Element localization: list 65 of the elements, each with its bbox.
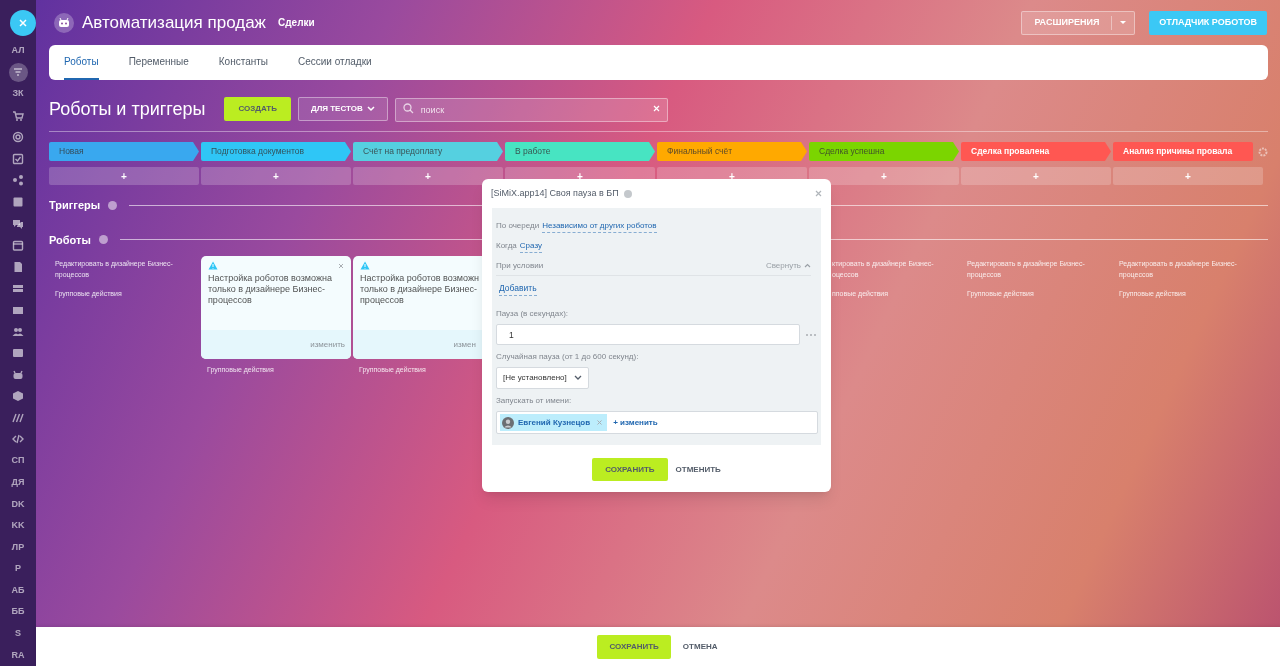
dialog-title: [SiMiX.app14] Своя пауза в БП <box>491 186 619 200</box>
create-button[interactable]: СОЗДАТЬ <box>224 97 291 121</box>
warning-message: Настройка роботов возможн только в дизайнере Бизнес- процессов <box>359 272 480 307</box>
field-label: По очереди <box>496 220 540 232</box>
stage-tab[interactable]: Сделка провалена <box>961 142 1111 161</box>
sidebar-item[interactable]: СП <box>8 452 28 470</box>
user-tag[interactable]: Евгений Кузнецов <box>500 414 608 431</box>
save-button[interactable]: СОХРАНИТЬ <box>597 634 671 659</box>
field-label: Пауза (в секундах): <box>496 308 570 320</box>
sidebar-item[interactable]: S <box>12 625 24 643</box>
robot-icon <box>54 12 74 33</box>
option-link[interactable]: Сразу <box>519 239 542 253</box>
sidebar-item[interactable]: ДЯ <box>8 473 28 492</box>
stage-tab[interactable]: Анализ причины провала <box>1113 142 1253 161</box>
field-label: При условии <box>496 259 544 272</box>
user-selector[interactable]: Евгений Кузнецов + изменить <box>496 411 818 434</box>
chevron-down-icon[interactable] <box>574 375 582 381</box>
avatar-icon[interactable] <box>502 416 514 429</box>
section-title: Роботы <box>49 232 91 248</box>
add-robot-button[interactable]: + <box>49 167 199 185</box>
change-link[interactable]: + изменить <box>613 416 658 429</box>
page-title: Автоматизация продаж <box>82 11 266 34</box>
stage-tab[interactable]: Сделка успешна <box>809 142 959 161</box>
option-link[interactable]: Независимо от других роботов <box>542 219 657 233</box>
change-link[interactable]: измен <box>453 338 476 351</box>
people-icon[interactable] <box>12 325 24 338</box>
sidebar-item[interactable]: Р <box>12 560 24 578</box>
clear-icon[interactable] <box>652 105 660 112</box>
tab[interactable]: Константы <box>218 45 268 80</box>
section-heading: Роботы и триггеры <box>49 97 206 121</box>
warning-message: Настройка роботов возможна только в дизайнере Бизнес- процессов <box>207 272 333 307</box>
sidebar-item[interactable]: KK <box>8 517 28 535</box>
tab[interactable]: Роботы <box>64 45 99 80</box>
add-robot-button[interactable]: + <box>353 167 503 185</box>
field-label: Запускать от имени: <box>496 395 573 407</box>
stage-tab[interactable]: Финальный счёт <box>657 142 807 161</box>
sidebar-item[interactable]: DK <box>8 495 28 513</box>
sidebar-item[interactable]: ЗК <box>9 85 27 103</box>
page-subtitle: Сделки <box>278 16 315 30</box>
change-link[interactable]: изменить <box>310 338 345 351</box>
search-icon <box>402 103 414 114</box>
tab[interactable]: Сессии отладки <box>298 45 372 80</box>
filter-dropdown[interactable]: ДЛЯ ТЕСТОВ <box>297 97 388 121</box>
sidebar-item[interactable]: RA <box>8 646 28 665</box>
stage-tab[interactable]: В работе <box>505 142 655 161</box>
sidebar-item[interactable]: ЛР <box>8 538 28 557</box>
stage-tab[interactable]: Новая <box>49 142 199 161</box>
field-label: Случайная пауза (от 1 до 600 секунд): <box>496 351 640 363</box>
field-label: Когда <box>496 240 517 252</box>
add-robot-button[interactable]: + <box>201 167 351 185</box>
stage-tab[interactable]: Подготовка документов <box>201 142 351 161</box>
cancel-button[interactable]: ОТМЕНА <box>680 634 720 659</box>
tab[interactable]: Переменные <box>128 45 189 80</box>
random-pause-select[interactable]: [Не установлено] <box>496 367 589 389</box>
chevron-down-icon <box>366 106 375 112</box>
add-condition-link[interactable]: Добавить <box>499 282 537 296</box>
section-title: Триггеры <box>49 198 101 213</box>
sidebar-item[interactable]: АЛ <box>8 42 28 60</box>
stage-tab[interactable]: Счёт на предоплату <box>353 142 503 161</box>
close-button[interactable] <box>10 10 36 36</box>
sidebar-item[interactable]: ББ <box>8 603 28 621</box>
save-button[interactable]: СОХРАНИТЬ <box>592 458 668 481</box>
cancel-button[interactable]: ОТМЕНИТЬ <box>675 458 721 481</box>
sidebar-item[interactable]: АБ <box>8 581 28 600</box>
pause-input[interactable]: 1 <box>496 324 800 345</box>
